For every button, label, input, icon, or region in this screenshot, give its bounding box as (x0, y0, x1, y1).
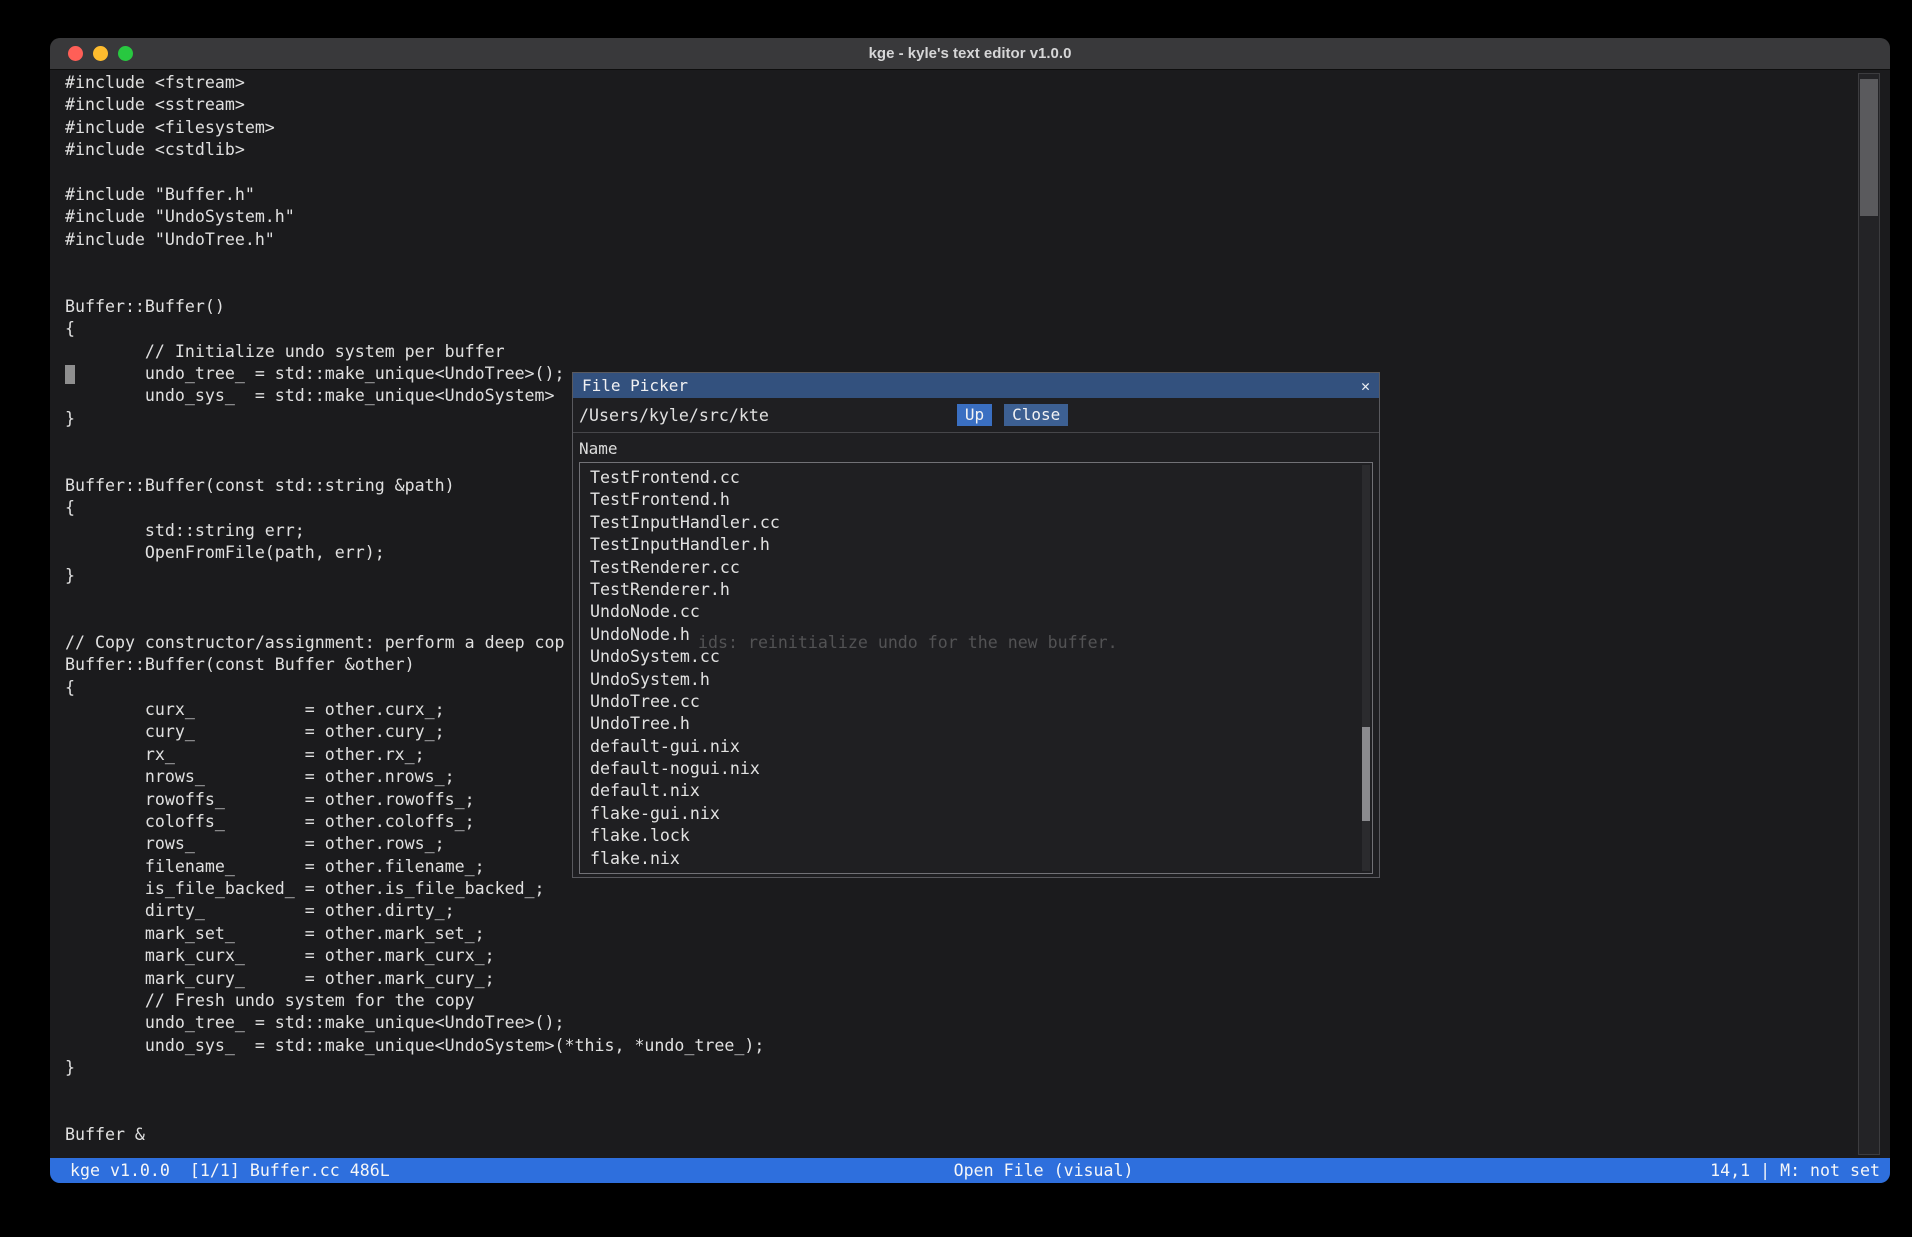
file-item[interactable]: UndoTree.cc (580, 691, 1372, 713)
path-display[interactable]: /Users/kyle/src/kte (579, 406, 769, 425)
file-picker-dialog: File Picker ✕ /Users/kyle/src/kte Up Clo… (572, 372, 1380, 878)
code-line[interactable]: #include <sstream> (65, 94, 764, 116)
code-line[interactable] (65, 1102, 764, 1124)
traffic-lights (68, 38, 133, 69)
code-line[interactable]: #include <cstdlib> (65, 139, 764, 161)
code-line[interactable]: } (65, 1057, 764, 1079)
code-line[interactable]: mark_cury_ = other.mark_cury_; (65, 968, 764, 990)
code-line[interactable]: Buffer::Buffer() (65, 296, 764, 318)
status-center: Open File (visual) (954, 1158, 1134, 1183)
code-line[interactable]: // Initialize undo system per buffer (65, 341, 764, 363)
name-column-header: Name (573, 433, 1379, 462)
status-left: kge v1.0.0 [1/1] Buffer.cc 486L (70, 1158, 390, 1183)
file-picker-titlebar[interactable]: File Picker ✕ (573, 373, 1379, 398)
status-right: 14,1 | M: not set (1710, 1158, 1880, 1183)
text-cursor (65, 365, 75, 384)
file-list-scrollbar[interactable] (1362, 465, 1370, 871)
editor-scrollbar[interactable] (1858, 73, 1880, 1155)
code-line[interactable]: Buffer & (65, 1124, 764, 1146)
code-line[interactable]: undo_sys_ = std::make_unique<UndoSystem>… (65, 1035, 764, 1057)
file-item[interactable]: flake.lock (580, 825, 1372, 847)
code-line[interactable]: #include <filesystem> (65, 117, 764, 139)
code-line[interactable]: mark_curx_ = other.mark_curx_; (65, 945, 764, 967)
code-line[interactable]: #include "UndoTree.h" (65, 229, 764, 251)
code-line[interactable]: // Fresh undo system for the copy (65, 990, 764, 1012)
code-line[interactable]: #include "UndoSystem.h" (65, 206, 764, 228)
close-button[interactable]: Close (1004, 404, 1068, 426)
file-item[interactable]: default-nogui.nix (580, 758, 1372, 780)
file-item[interactable]: UndoNode.cc (580, 601, 1372, 623)
code-line[interactable] (65, 162, 764, 184)
window-titlebar[interactable]: kge - kyle's text editor v1.0.0 (50, 38, 1890, 70)
code-line[interactable]: #include <fstream> (65, 72, 764, 94)
code-line[interactable]: #include "Buffer.h" (65, 184, 764, 206)
file-list-scrollbar-thumb[interactable] (1362, 727, 1370, 821)
file-item[interactable]: TestRenderer.cc (580, 557, 1372, 579)
editor-window: kge - kyle's text editor v1.0.0 #include… (50, 38, 1890, 1183)
file-item[interactable]: TestFrontend.h (580, 489, 1372, 511)
file-item[interactable]: TestRenderer.h (580, 579, 1372, 601)
window-title: kge - kyle's text editor v1.0.0 (50, 45, 1890, 62)
ghost-text: ids: reinitialize undo for the new buffe… (698, 632, 1118, 654)
path-row: /Users/kyle/src/kte Up Close (573, 398, 1379, 430)
minimize-window-button[interactable] (93, 46, 108, 61)
file-item[interactable]: TestInputHandler.cc (580, 512, 1372, 534)
status-bar: kge v1.0.0 [1/1] Buffer.cc 486L Open Fil… (50, 1158, 1890, 1183)
file-item[interactable]: flake-gui.nix (580, 803, 1372, 825)
code-line[interactable] (65, 274, 764, 296)
file-item[interactable]: TestFrontend.cc (580, 467, 1372, 489)
file-item[interactable]: flake.nix (580, 848, 1372, 870)
file-picker-title: File Picker (582, 376, 688, 395)
close-icon[interactable]: ✕ (1361, 377, 1370, 395)
code-line[interactable]: dirty_ = other.dirty_; (65, 900, 764, 922)
close-window-button[interactable] (68, 46, 83, 61)
file-item[interactable]: TestInputHandler.h (580, 534, 1372, 556)
code-line[interactable] (65, 251, 764, 273)
code-line[interactable]: undo_tree_ = std::make_unique<UndoTree>(… (65, 1012, 764, 1034)
file-item[interactable]: default.nix (580, 780, 1372, 802)
code-line[interactable] (65, 1080, 764, 1102)
file-list[interactable]: ids: reinitialize undo for the new buffe… (579, 462, 1373, 874)
file-item[interactable]: UndoSystem.h (580, 669, 1372, 691)
file-item[interactable]: default-gui.nix (580, 736, 1372, 758)
editor-scrollbar-thumb[interactable] (1860, 79, 1878, 216)
zoom-window-button[interactable] (118, 46, 133, 61)
code-line[interactable]: mark_set_ = other.mark_set_; (65, 923, 764, 945)
file-item[interactable]: UndoTree.h (580, 713, 1372, 735)
up-button[interactable]: Up (957, 404, 992, 426)
code-line[interactable]: { (65, 318, 764, 340)
code-line[interactable]: is_file_backed_ = other.is_file_backed_; (65, 878, 764, 900)
